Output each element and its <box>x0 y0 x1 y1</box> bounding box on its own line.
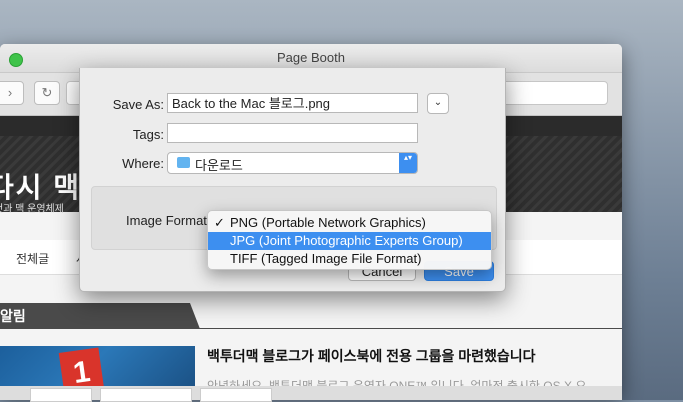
popup-arrows-icon: ▴▾ <box>399 153 417 173</box>
zoom-button[interactable] <box>9 53 23 67</box>
save-as-label: Save As: <box>112 97 164 112</box>
post-title[interactable]: 백투더맥 블로그가 페이스북에 전용 그룹을 마련했습니다 <box>207 346 536 366</box>
menu-item-jpg[interactable]: JPG (Joint Photographic Experts Group) <box>208 232 491 250</box>
image-format-label: Image Format <box>126 213 207 228</box>
thumbnail-strip <box>0 386 622 402</box>
tags-field[interactable] <box>167 123 418 143</box>
folder-icon <box>177 157 190 168</box>
chevron-right-icon: › <box>7 85 13 100</box>
menu-item-tiff[interactable]: TIFF (Tagged Image File Format) <box>208 250 491 268</box>
menu-item-png[interactable]: ✓ PNG (Portable Network Graphics) <box>208 214 491 232</box>
notice-heading: 알림 <box>0 303 200 329</box>
expand-button[interactable]: ⌄ <box>427 93 449 114</box>
tags-label: Tags: <box>132 127 164 142</box>
checkmark-icon: ✓ <box>214 215 225 230</box>
where-popup[interactable]: 다운로드 ▴▾ <box>167 152 418 174</box>
menu-item-label: TIFF (Tagged Image File Format) <box>230 251 422 266</box>
notice-divider <box>0 328 622 329</box>
forward-button[interactable]: › <box>0 81 24 105</box>
menu-item-label: JPG (Joint Photographic Experts Group) <box>230 233 463 248</box>
where-label: Where: <box>122 156 164 171</box>
reload-icon: ↻ <box>41 85 53 100</box>
blog-subtitle: 것과 맥 운영체제 <box>0 204 64 215</box>
window-title: Page Booth <box>277 50 345 65</box>
save-as-field[interactable]: Back to the Mac 블로그.png <box>167 93 418 113</box>
where-value: 다운로드 <box>195 158 243 173</box>
nav-item-all[interactable]: 전체글 <box>16 250 49 267</box>
chevron-down-icon: ⌄ <box>433 97 443 108</box>
image-format-menu: ✓ PNG (Portable Network Graphics) JPG (J… <box>207 210 492 270</box>
reload-button[interactable]: ↻ <box>34 81 60 105</box>
menu-item-label: PNG (Portable Network Graphics) <box>230 215 426 230</box>
